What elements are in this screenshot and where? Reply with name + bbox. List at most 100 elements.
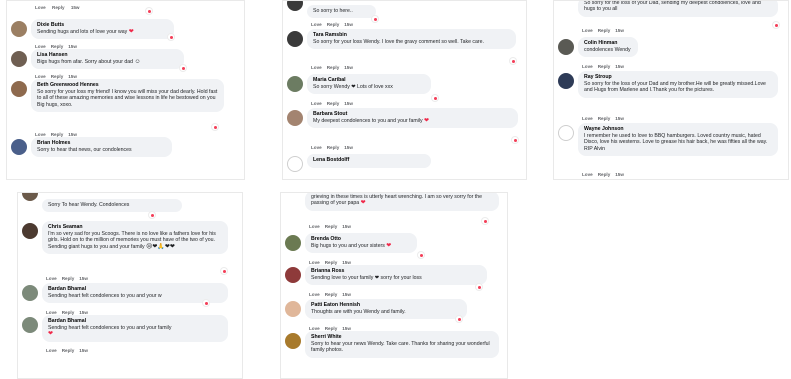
- like-link[interactable]: Love: [311, 145, 322, 150]
- commenter-name[interactable]: Bardan Bhamal: [48, 318, 222, 325]
- comment-bubble: Sherri White Sorry to hear your news Wen…: [305, 331, 499, 358]
- reaction-icon[interactable]: [481, 217, 489, 225]
- commenter-name[interactable]: Barbara Stout: [313, 111, 512, 118]
- comment-bubble: Bardan Bhamal Sending heart felt condole…: [42, 283, 228, 304]
- like-link[interactable]: Love: [311, 65, 322, 70]
- reaction-icon[interactable]: [145, 7, 153, 15]
- reaction-icon[interactable]: [511, 136, 519, 144]
- comment: Sherri White Sorry to hear your news Wen…: [281, 331, 507, 371]
- like-link[interactable]: Love: [309, 224, 320, 229]
- reaction-icon[interactable]: [371, 15, 379, 23]
- avatar[interactable]: [287, 31, 303, 47]
- avatar[interactable]: [287, 110, 303, 126]
- commenter-name[interactable]: Patti Eaton Hennish: [311, 302, 461, 309]
- avatar[interactable]: [287, 76, 303, 92]
- comment: Brenda Otto Big hugs to you and your sis…: [281, 233, 507, 265]
- avatar[interactable]: [558, 125, 574, 141]
- commenter-name[interactable]: Brianna Ross: [311, 268, 481, 275]
- reply-link[interactable]: Reply: [598, 172, 611, 177]
- commenter-name[interactable]: Tara Ramsbin: [313, 32, 510, 39]
- avatar[interactable]: [287, 156, 303, 172]
- avatar[interactable]: [11, 139, 27, 155]
- avatar[interactable]: [11, 51, 27, 67]
- reply-link[interactable]: Reply: [327, 22, 340, 27]
- like-link[interactable]: Love: [311, 101, 322, 106]
- reply-link[interactable]: Reply: [327, 65, 340, 70]
- like-link[interactable]: Love: [35, 5, 46, 10]
- reaction-icon[interactable]: [202, 299, 210, 307]
- reaction-icon[interactable]: [455, 315, 463, 323]
- like-link[interactable]: Love: [311, 22, 322, 27]
- commenter-name[interactable]: Beth Greenwood Hennes: [37, 82, 218, 89]
- comment-bubble: Bardan Bhamal Sending heart felt condole…: [42, 315, 228, 342]
- avatar[interactable]: [285, 267, 301, 283]
- avatar[interactable]: [285, 301, 301, 317]
- avatar[interactable]: [22, 317, 38, 333]
- commenter-name[interactable]: Brenda Otto: [311, 236, 411, 243]
- reply-link[interactable]: Reply: [598, 28, 611, 33]
- reaction-icon[interactable]: [148, 211, 156, 219]
- avatar[interactable]: [11, 21, 27, 37]
- avatar[interactable]: [287, 1, 303, 11]
- comment-bubble: Brianna Ross Sending love to your family…: [305, 265, 487, 286]
- like-link[interactable]: Love: [46, 348, 57, 353]
- comment-bubble: So sorry for the loss of your Dad, sendi…: [578, 1, 778, 17]
- like-link[interactable]: Love: [46, 276, 57, 281]
- avatar[interactable]: [285, 235, 301, 251]
- reply-link[interactable]: Reply: [327, 145, 340, 150]
- avatar[interactable]: [558, 73, 574, 89]
- commenter-name[interactable]: Sherri White: [311, 334, 493, 341]
- like-link[interactable]: Love: [309, 292, 320, 297]
- like-link[interactable]: Love: [582, 116, 593, 121]
- reaction-icon[interactable]: [431, 94, 439, 102]
- avatar[interactable]: [558, 39, 574, 55]
- commenter-name[interactable]: Bardan Bhamal: [48, 286, 222, 293]
- commenter-name[interactable]: Brian Holmes: [37, 140, 166, 147]
- comment-bubble: Brian Holmes Sorry to hear that news, ou…: [31, 137, 172, 158]
- reaction-icon[interactable]: [211, 123, 219, 131]
- reply-link[interactable]: Reply: [598, 64, 611, 69]
- reply-link[interactable]: Reply: [325, 224, 338, 229]
- timestamp: 15w: [615, 172, 624, 177]
- reply-link[interactable]: Reply: [598, 116, 611, 121]
- reply-link[interactable]: Reply: [62, 348, 75, 353]
- reaction-icon[interactable]: [179, 64, 187, 72]
- reaction-icon[interactable]: [509, 57, 517, 65]
- avatar[interactable]: [285, 333, 301, 349]
- avatar[interactable]: [22, 193, 38, 201]
- comment: Tara Ramsbin So sorry for your loss Wend…: [283, 29, 526, 74]
- like-link[interactable]: Love: [582, 28, 593, 33]
- commenter-name[interactable]: Chris Seaman: [48, 224, 222, 231]
- avatar[interactable]: [11, 81, 27, 97]
- reply-link[interactable]: Reply: [62, 276, 75, 281]
- commenter-name[interactable]: Wayne Johnson: [584, 126, 772, 133]
- reaction-icon[interactable]: [220, 267, 228, 275]
- comment-bubble: Lisa Hansen Bigs hugs from afar. Sorry a…: [31, 49, 184, 70]
- timestamp: 15w: [344, 101, 353, 106]
- avatar[interactable]: [22, 223, 38, 239]
- commenter-name[interactable]: Colin Hinman: [584, 40, 632, 47]
- reaction-icon[interactable]: [167, 33, 175, 41]
- comment-bubble: grieving in these times is utterly heart…: [305, 193, 499, 211]
- reaction-icon[interactable]: [475, 283, 483, 291]
- reply-link[interactable]: Reply: [327, 101, 340, 106]
- commenter-name[interactable]: Lisa Hansen: [37, 52, 178, 59]
- comments-panel-5: grieving in these times is utterly heart…: [280, 192, 508, 379]
- commenter-name[interactable]: Dixie Butts: [37, 22, 168, 29]
- like-link[interactable]: Love: [582, 172, 593, 177]
- reaction-icon[interactable]: [772, 21, 780, 29]
- reply-link[interactable]: Reply: [325, 292, 338, 297]
- comment: Brianna Ross Sending love to your family…: [281, 265, 507, 299]
- commenter-name[interactable]: Ray Stroup: [584, 74, 772, 81]
- timestamp: 15w: [344, 65, 353, 70]
- commenter-name[interactable]: Lena Bostdolff: [313, 157, 425, 164]
- comment: Lena Bostdolff: [283, 154, 526, 174]
- avatar[interactable]: [22, 285, 38, 301]
- reply-link[interactable]: Reply: [52, 5, 65, 10]
- comment-bubble: Beth Greenwood Hennes So sorry for your …: [31, 79, 224, 113]
- like-link[interactable]: Love: [582, 64, 593, 69]
- reaction-icon[interactable]: [417, 251, 425, 259]
- comment-bubble: Barbara Stout My deepest condolences to …: [307, 108, 518, 129]
- commenter-name[interactable]: Maria Caribal: [313, 77, 425, 84]
- timestamp: 15w: [615, 64, 624, 69]
